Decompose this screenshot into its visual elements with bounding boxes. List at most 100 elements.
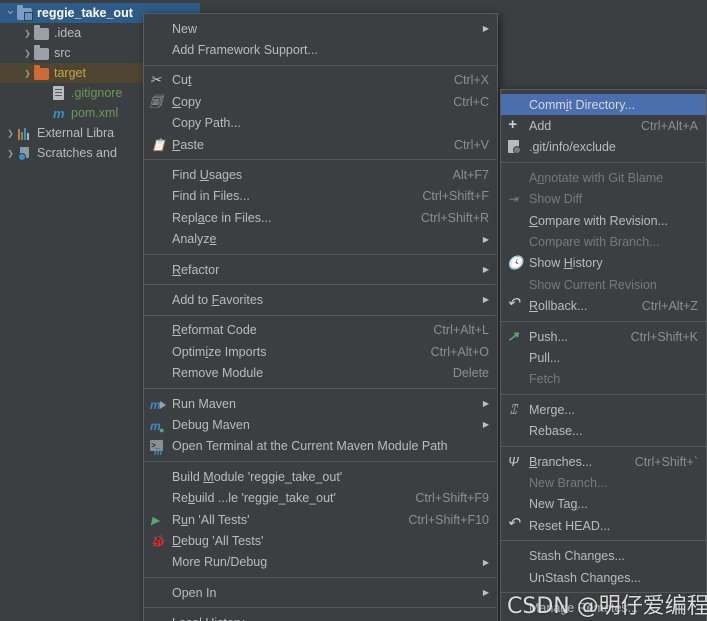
no-icon (150, 42, 168, 58)
no-icon (507, 548, 525, 564)
menu-separator (144, 64, 497, 66)
menu-item-label: Reformat Code (172, 323, 257, 338)
screenshot-root: reggie_take_out .idea src target .gitignore m… (0, 0, 707, 621)
menu-item-label: Refactor (172, 262, 220, 277)
chevron-right-icon[interactable] (4, 143, 17, 164)
no-icon (150, 292, 168, 308)
chevron-right-icon[interactable] (21, 23, 34, 44)
menu-item-rollback[interactable]: Rollback... Ctrl+Alt+Z (501, 296, 706, 317)
menu-item-branches[interactable]: Branches... Ctrl+Shift+` (501, 451, 706, 472)
no-icon (507, 213, 525, 229)
menu-item-shortcut: Ctrl+Shift+F10 (408, 512, 489, 527)
chevron-right-icon[interactable] (4, 123, 17, 144)
tree-node-label: src (54, 46, 71, 60)
paste-icon (150, 137, 168, 153)
menu-item-rebuild-le-reggie-take-out[interactable]: Rebuild ...le 'reggie_take_out' Ctrl+Shif… (144, 487, 497, 508)
menu-item-new[interactable]: New ▶ (144, 18, 497, 39)
menu-item-label: Remove Module (172, 366, 264, 381)
menu-item-label: Open Terminal at the Current Maven Modul… (172, 439, 448, 454)
no-icon (150, 365, 168, 381)
debug-maven-icon: m ● (150, 418, 165, 435)
menu-item-reformat-code[interactable]: Reformat Code Ctrl+Alt+L (144, 320, 497, 341)
menu-item-compare-with-revision[interactable]: Compare with Revision... (501, 210, 706, 231)
menu-item-label: Add to Favorites (172, 292, 264, 307)
menu-item-manage-remotes[interactable]: Manage Remotes... (501, 597, 706, 618)
menu-item-find-usages[interactable]: Find Usages Alt+F7 (144, 164, 497, 185)
no-icon (507, 496, 525, 512)
menu-item-shortcut: Ctrl+Shift+F9 (415, 491, 489, 506)
menu-item-shortcut: Alt+F7 (452, 168, 489, 183)
menu-separator (501, 540, 706, 542)
menu-item-reset-head[interactable]: Reset HEAD... (501, 515, 706, 536)
menu-item-cut[interactable]: Cut Ctrl+X (144, 70, 497, 91)
menu-item-run-maven[interactable]: m Run Maven ▶ (144, 393, 497, 414)
git-submenu[interactable]: Commit Directory... Add Ctrl+Alt+A .git/inf… (500, 89, 707, 621)
menu-item-more-run-debug[interactable]: More Run/Debug ▶ (144, 552, 497, 573)
menu-item-find-in-files[interactable]: Find in Files... Ctrl+Shift+F (144, 186, 497, 207)
menu-separator (501, 592, 706, 594)
menu-item-add-to-favorites[interactable]: Add to Favorites ▶ (144, 289, 497, 310)
tree-node-label: reggie_take_out (37, 6, 133, 20)
menu-separator (144, 576, 497, 578)
chevron-right-icon: ▶ (482, 420, 489, 430)
menu-item-debug-all-tests[interactable]: Debug 'All Tests' (144, 530, 497, 551)
menu-item-shortcut: Ctrl+Shift+` (634, 454, 698, 469)
menu-item-analyze[interactable]: Analyze ▶ (144, 229, 497, 250)
menu-item-replace-in-files[interactable]: Replace in Files... Ctrl+Shift+R (144, 207, 497, 228)
menu-item-show-history[interactable]: Show History (501, 253, 706, 274)
menu-item-label: Manage Remotes... (529, 600, 639, 615)
terminal-maven-icon: m (150, 438, 168, 457)
chevron-right-icon[interactable] (21, 63, 34, 84)
menu-item-pull[interactable]: Pull... (501, 347, 706, 368)
menu-item-compare-with-branch: Compare with Branch... (501, 231, 706, 252)
menu-separator (501, 445, 706, 447)
menu-item-add[interactable]: Add Ctrl+Alt+A (501, 115, 706, 136)
menu-item-optimize-imports[interactable]: Optimize Imports Ctrl+Alt+O (144, 341, 497, 362)
menu-item-label: Cut (172, 73, 192, 88)
menu-item-label: .git/info/exclude (529, 140, 616, 155)
menu-item-label: Rebuild ...le 'reggie_take_out' (172, 491, 336, 506)
menu-item-new-tag[interactable]: New Tag... (501, 494, 706, 515)
scratches-icon (17, 145, 33, 161)
chevron-right-icon: ▶ (482, 557, 489, 567)
menu-item-copy[interactable]: Copy Ctrl+C (144, 91, 497, 112)
folder-icon (34, 25, 50, 41)
menu-item-merge[interactable]: Merge... (501, 399, 706, 420)
menu-item-label: Show Current Revision (529, 277, 657, 292)
menu-item-add-framework-support[interactable]: Add Framework Support... (144, 39, 497, 60)
menu-item-build-module-reggie-take-out[interactable]: Build Module 'reggie_take_out' (144, 466, 497, 487)
menu-item-commit-directory[interactable]: Commit Directory... (501, 94, 706, 116)
menu-separator (144, 253, 497, 255)
menu-item-paste[interactable]: Paste Ctrl+V (144, 134, 497, 155)
menu-item-refactor[interactable]: Refactor ▶ (144, 259, 497, 280)
branch-icon (507, 454, 525, 470)
menu-item-rebase[interactable]: Rebase... (501, 420, 706, 441)
no-icon (507, 234, 525, 250)
menu-item-open-in[interactable]: Open In ▶ (144, 582, 497, 603)
no-icon (150, 344, 168, 360)
chevron-right-icon[interactable] (21, 43, 34, 64)
menu-separator (501, 320, 706, 322)
menu-item-label: Show Diff (529, 192, 583, 207)
folder-icon (34, 45, 50, 61)
menu-item-label: New (172, 21, 198, 36)
menu-item-copy-path[interactable]: Copy Path... (144, 113, 497, 134)
project-context-menu[interactable]: New ▶ Add Framework Support... Cut Ctrl+X Cop… (143, 13, 498, 621)
chevron-right-icon: ▶ (482, 24, 489, 34)
chevron-right-icon: ▶ (482, 588, 489, 598)
menu-item-stash-changes[interactable]: Stash Changes... (501, 545, 706, 566)
run-icon (150, 512, 168, 529)
menu-item-git-info-exclude[interactable]: .git/info/exclude (501, 137, 706, 158)
menu-item-shortcut: Ctrl+Alt+A (641, 119, 698, 134)
menu-item-remove-module[interactable]: Remove Module Delete (144, 362, 497, 383)
menu-item-unstash-changes[interactable]: UnStash Changes... (501, 567, 706, 588)
menu-item-label: Build Module 'reggie_take_out' (172, 469, 343, 484)
menu-item-open-terminal-at-the-current-maven-module-path[interactable]: m Open Terminal at the Current Maven Modu… (144, 436, 497, 457)
rollback-icon (507, 296, 525, 314)
menu-item-label: Merge... (529, 402, 575, 417)
chevron-down-icon[interactable] (4, 3, 17, 24)
menu-item-push[interactable]: Push... Ctrl+Shift+K (501, 326, 706, 347)
menu-item-local-history[interactable]: Local History▶ (144, 612, 497, 621)
menu-item-run-all-tests[interactable]: Run 'All Tests' Ctrl+Shift+F10 (144, 509, 497, 530)
menu-item-debug-maven[interactable]: m ● Debug Maven ▶ (144, 414, 497, 435)
